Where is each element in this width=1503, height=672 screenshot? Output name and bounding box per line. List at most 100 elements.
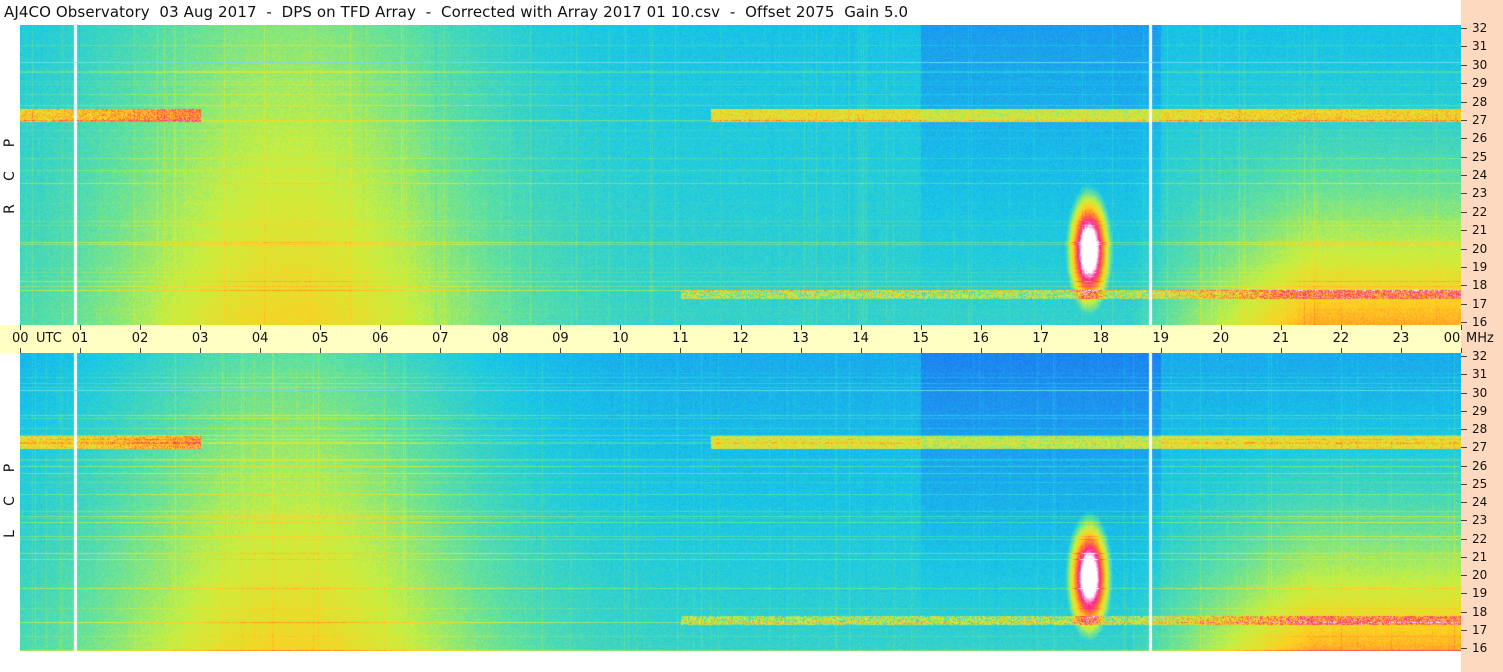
time-label-21: 21 — [1272, 331, 1290, 346]
time-tick — [861, 325, 862, 330]
freq-tick — [1461, 304, 1467, 305]
time-label-08: 08 — [492, 331, 509, 346]
freq-label-lcp-17: 17 — [1472, 622, 1488, 637]
time-tick — [440, 348, 441, 353]
freq-tick — [1461, 102, 1467, 103]
freq-tick — [1461, 249, 1467, 250]
freq-tick — [1461, 593, 1467, 594]
freq-label-rcp-30: 30 — [1472, 57, 1488, 72]
time-tick — [1101, 325, 1102, 330]
time-tick — [801, 348, 802, 353]
time-label-16: 16 — [972, 331, 989, 346]
polarization-letter-lcp: C — [2, 496, 18, 506]
freq-label-rcp-25: 25 — [1472, 149, 1488, 164]
time-label-start: 00 — [12, 331, 29, 346]
freq-tick — [1461, 356, 1467, 357]
time-tick — [981, 325, 982, 330]
time-tick — [921, 325, 922, 330]
time-tick — [200, 348, 201, 353]
freq-label-lcp-25: 25 — [1472, 476, 1488, 491]
freq-tick — [1461, 648, 1467, 649]
time-tick — [140, 325, 141, 330]
freq-label-rcp-16: 16 — [1472, 315, 1488, 329]
time-tick — [620, 348, 621, 353]
time-label-05: 05 — [311, 331, 329, 346]
freq-label-lcp-28: 28 — [1472, 422, 1488, 436]
time-tick — [861, 348, 862, 353]
freq-tick — [1461, 466, 1467, 467]
freq-label-rcp-19: 19 — [1472, 259, 1488, 274]
freq-label-rcp-31: 31 — [1472, 39, 1488, 54]
time-tick — [680, 325, 681, 330]
time-tick — [500, 348, 501, 353]
freq-tick — [1461, 539, 1467, 540]
time-label-10: 10 — [612, 331, 629, 346]
time-label-17: 17 — [1032, 331, 1049, 346]
time-tick — [140, 348, 141, 353]
time-tick — [80, 348, 81, 353]
time-tick — [741, 348, 742, 353]
time-tick — [260, 348, 261, 353]
freq-tick — [1461, 138, 1467, 139]
time-axis: 00 UTC 01 02 03 04 05 06 07 08 09 10 11 12 13 14 15 16 17 1… — [0, 325, 1462, 353]
time-label-11: 11 — [672, 331, 689, 346]
freq-tick — [1461, 65, 1467, 66]
freq-label-rcp-29: 29 — [1472, 76, 1488, 91]
freq-tick — [1461, 520, 1467, 521]
time-tick — [1401, 325, 1402, 330]
freq-tick — [1461, 46, 1467, 47]
freq-label-rcp-17: 17 — [1472, 296, 1488, 311]
time-label-01: 01 — [71, 331, 89, 346]
freq-label-lcp-23: 23 — [1472, 513, 1488, 528]
time-tick — [620, 325, 621, 330]
time-tick — [80, 325, 81, 330]
freq-tick — [1461, 575, 1467, 576]
freq-tick — [1461, 447, 1467, 448]
chart-title: AJ4CO Observatory 03 Aug 2017 - DPS on T… — [4, 3, 909, 21]
freq-tick — [1461, 393, 1467, 394]
time-tick — [921, 348, 922, 353]
time-tick — [1041, 325, 1042, 330]
freq-tick — [1461, 374, 1467, 375]
freq-label-rcp-32: 32 — [1472, 21, 1488, 35]
freq-tick — [1461, 83, 1467, 84]
time-tick — [1221, 348, 1222, 353]
freq-label-lcp-18: 18 — [1472, 604, 1488, 619]
freq-label-lcp-21: 21 — [1472, 549, 1488, 564]
time-tick — [680, 348, 681, 353]
freq-label-lcp-19: 19 — [1472, 586, 1488, 601]
freq-label-lcp-32: 32 — [1472, 349, 1488, 363]
time-tick — [1041, 348, 1042, 353]
freq-label-rcp-21: 21 — [1472, 223, 1488, 238]
freq-label-lcp-16: 16 — [1472, 641, 1488, 655]
time-label-06: 06 — [371, 331, 389, 346]
time-label-18: 18 — [1092, 331, 1110, 346]
time-label-13: 13 — [792, 331, 809, 346]
time-tick — [1221, 325, 1222, 330]
time-label-02: 02 — [131, 331, 149, 346]
freq-tick — [1461, 28, 1467, 29]
time-tick — [260, 325, 261, 330]
polarization-letter-rcp: C — [2, 171, 18, 181]
time-label-23: 23 — [1392, 331, 1410, 346]
freq-tick — [1461, 230, 1467, 231]
freq-tick — [1461, 557, 1467, 558]
time-tick — [1281, 325, 1282, 330]
time-tick — [500, 325, 501, 330]
time-tick — [320, 325, 321, 330]
time-tick — [440, 325, 441, 330]
freq-label-rcp-26: 26 — [1472, 131, 1488, 146]
rcp-spectrogram — [20, 25, 1461, 325]
time-label-15: 15 — [912, 331, 929, 346]
freq-tick — [1461, 322, 1467, 323]
time-tick — [1341, 348, 1342, 353]
time-tick — [20, 348, 21, 353]
polarization-letter-lcp: L — [2, 530, 18, 538]
freq-label-lcp-24: 24 — [1472, 495, 1488, 509]
freq-tick — [1461, 285, 1467, 286]
time-label-end: 00 — [1443, 331, 1461, 346]
freq-label-rcp-27: 27 — [1472, 112, 1488, 127]
freq-tick — [1461, 429, 1467, 430]
freq-tick — [1461, 484, 1467, 485]
time-label-09: 09 — [552, 331, 569, 346]
